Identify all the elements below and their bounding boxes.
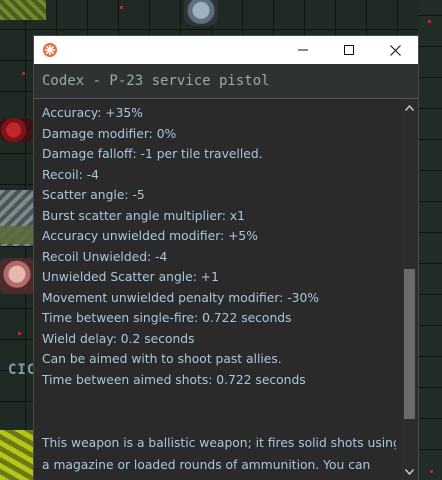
stat-recoil: Recoil: -4: [42, 167, 99, 182]
stat-single-fire-time: Time between single-fire: 0.722 seconds: [42, 311, 292, 325]
plant-sprite-top: [0, 0, 46, 20]
robot-sprite: [184, 0, 218, 26]
chevron-down-icon: [405, 468, 414, 475]
chevron-up-icon: [405, 104, 414, 111]
minimize-button[interactable]: [280, 36, 326, 64]
page-title: Codex - P-23 service pistol: [42, 73, 270, 89]
machine-base-sprite: [0, 226, 34, 244]
stat-accuracy-unwielded: Accuracy unwielded modifier: +5%: [42, 229, 258, 243]
blood-speck: [22, 72, 25, 75]
stat-damage-modifier: Damage modifier: 0%: [42, 126, 177, 141]
stat-accuracy: Accuracy: +35%: [42, 106, 143, 120]
blood-speck: [428, 20, 431, 23]
stat-recoil-unwielded: Recoil Unwielded: -4: [42, 249, 168, 264]
right-floor-strip: [418, 0, 442, 480]
stat-damage-falloff: Damage falloff: -1 per tile travelled.: [42, 147, 263, 161]
stat-aimed-shot-time: Time between aimed shots: 0.722 seconds: [42, 372, 306, 387]
blood-speck: [18, 332, 21, 335]
close-icon: [389, 44, 401, 56]
codex-app-icon: [43, 43, 57, 57]
weapon-stats-panel: Accuracy: +35% Damage modifier: 0% Damag…: [34, 99, 396, 480]
title-bar[interactable]: [34, 36, 418, 64]
minimize-icon: [298, 49, 308, 51]
stat-movement-penalty: Movement unwielded penalty modifier: -30…: [42, 290, 319, 305]
close-button[interactable]: [372, 36, 418, 64]
stat-scatter-angle: Scatter angle: -5: [42, 188, 145, 202]
weapon-description: This weapon is a ballistic weapon; it fi…: [42, 436, 396, 472]
stat-wield-delay: Wield delay: 0.2 seconds: [42, 331, 195, 346]
blood-speck: [430, 470, 433, 473]
scroll-down-button[interactable]: [401, 463, 418, 480]
codex-window: Codex - P-23 service pistol Accuracy: +3…: [34, 36, 418, 480]
vertical-scrollbar[interactable]: [401, 99, 418, 480]
stat-burst-scatter: Burst scatter angle multiplier: x1: [42, 208, 245, 223]
creature-sprite: [0, 258, 34, 294]
codex-header: Codex - P-23 service pistol: [34, 64, 418, 99]
plant-sprite-bottom: [0, 430, 34, 480]
scroll-up-button[interactable]: [401, 99, 418, 116]
cic-sign: CIC: [8, 362, 37, 378]
maximize-icon: [344, 45, 354, 55]
stat-unwielded-scatter: Unwielded Scatter angle: +1: [42, 270, 219, 284]
stat-aim-past-allies: Can be aimed with to shoot past allies.: [42, 352, 282, 366]
maximize-button[interactable]: [326, 36, 372, 64]
blood-speck: [120, 6, 123, 9]
red-object-sprite: [0, 118, 34, 142]
scrollbar-thumb[interactable]: [404, 269, 415, 419]
